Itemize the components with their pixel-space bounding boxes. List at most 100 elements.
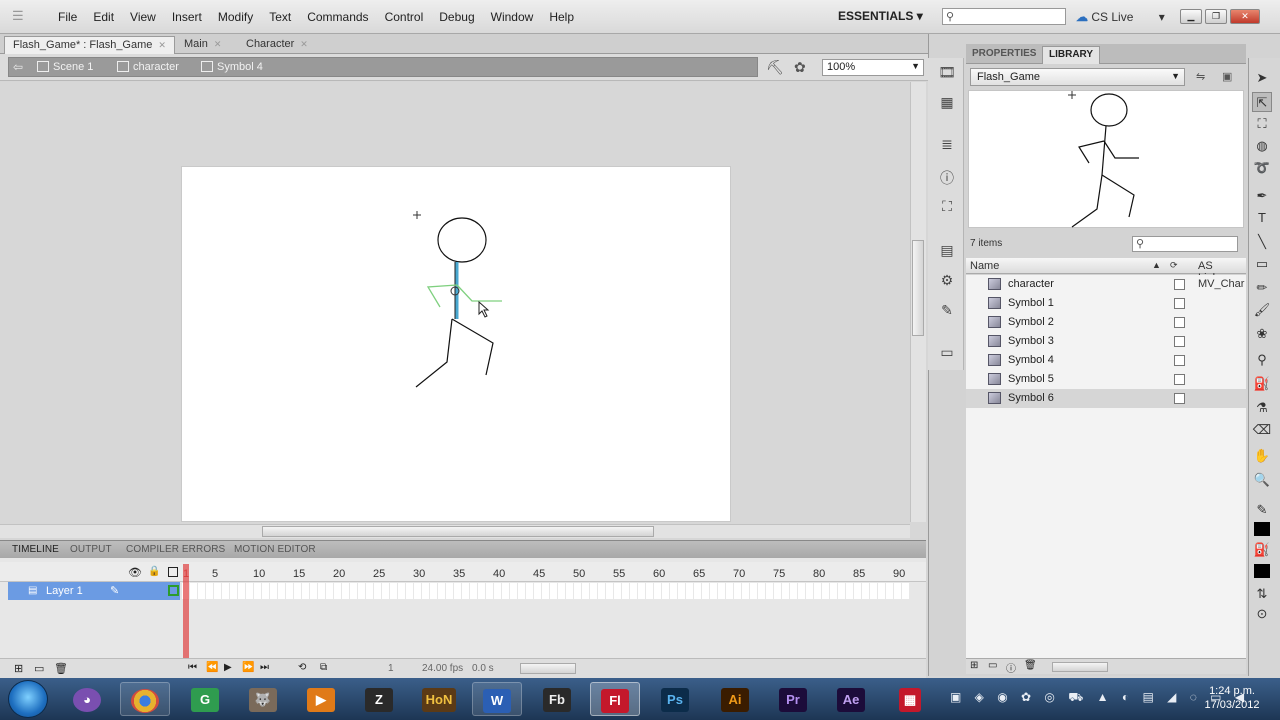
taskbar-greenshot[interactable]: G xyxy=(180,682,230,716)
tab-main[interactable]: Main ✕ xyxy=(176,36,229,54)
stage[interactable] xyxy=(181,166,731,522)
horizontal-scroll-thumb[interactable] xyxy=(262,526,654,537)
layer-name[interactable]: Layer 1 xyxy=(46,585,83,597)
menu-file[interactable]: File xyxy=(50,10,85,24)
properties-icon[interactable]: ⓘ xyxy=(1006,660,1016,675)
breadcrumb-scene[interactable]: Scene 1 xyxy=(37,61,93,73)
snap-to-objects-icon[interactable]: ⊙ xyxy=(1252,604,1272,624)
hand-tool-icon[interactable]: ✋ xyxy=(1252,446,1272,466)
play-icon[interactable]: ▶ xyxy=(224,662,232,673)
new-library-icon[interactable]: ▣ xyxy=(1222,70,1232,83)
free-transform-tool-icon[interactable]: ⛶ xyxy=(1252,114,1272,134)
tab-compiler-errors[interactable]: COMPILER ERRORS xyxy=(126,544,225,555)
linkage-checkbox[interactable] xyxy=(1174,393,1185,404)
step-forward-icon[interactable]: ⏩ xyxy=(242,662,254,673)
list-item[interactable]: Symbol 2 xyxy=(966,313,1246,332)
layer-outline-toggle[interactable] xyxy=(168,585,179,596)
back-arrow-icon[interactable]: ⇦ xyxy=(13,60,23,74)
minimize-button[interactable]: ▁ xyxy=(1180,9,1202,24)
tab-properties[interactable]: PROPERTIES xyxy=(972,48,1036,59)
history-icon[interactable]: ▭ xyxy=(937,344,957,362)
eraser-tool-icon[interactable]: ⌫ xyxy=(1252,420,1272,440)
breadcrumb-symbol[interactable]: Symbol 4 xyxy=(201,61,263,73)
color-icon[interactable]: ▤ xyxy=(937,242,957,260)
taskbar-flash[interactable]: Fl xyxy=(590,682,640,716)
selection-tool-icon[interactable]: ➤ xyxy=(1252,68,1272,88)
help-search-input[interactable]: ⚲ xyxy=(942,8,1066,25)
info-icon[interactable]: ⓘ xyxy=(937,168,957,186)
step-back-icon[interactable]: ⏪ xyxy=(206,662,218,673)
paint-bucket-tool-icon[interactable]: ⛽ xyxy=(1252,374,1272,394)
workspace-switcher[interactable]: ESSENTIALS ▾ xyxy=(838,9,923,23)
library-scroll-thumb[interactable] xyxy=(1052,662,1108,672)
taskbar-media[interactable]: ▦ xyxy=(888,682,932,716)
zoom-tool-icon[interactable]: 🔍 xyxy=(1252,470,1272,490)
list-item[interactable]: Symbol 5 xyxy=(966,370,1246,389)
align-icon[interactable]: ≣ xyxy=(937,136,957,154)
loop-icon[interactable]: ⟲ xyxy=(298,662,306,673)
delete-icon[interactable]: 🗑 xyxy=(1024,660,1037,671)
taskbar-firefox[interactable]: ◕ xyxy=(62,682,112,716)
3d-rotation-tool-icon[interactable]: ◍ xyxy=(1252,136,1272,156)
taskbar-after-effects[interactable]: Ae xyxy=(826,682,876,716)
delete-layer-icon[interactable]: 🗑 xyxy=(54,662,68,675)
first-frame-icon[interactable]: ⏮ xyxy=(188,662,197,673)
close-icon[interactable]: ✕ xyxy=(214,39,222,49)
linkage-checkbox[interactable] xyxy=(1174,298,1185,309)
tab-output[interactable]: OUTPUT xyxy=(70,544,112,555)
line-tool-icon[interactable]: ╲ xyxy=(1252,232,1272,252)
tab-flash-game[interactable]: Flash_Game* : Flash_Game ✕ xyxy=(4,36,175,54)
taskbar-vlc[interactable]: ▶ xyxy=(296,682,346,716)
onion-skin-icon[interactable]: ⧉ xyxy=(320,662,327,673)
code-snippets-icon[interactable]: ▦ xyxy=(937,94,957,112)
system-clock[interactable]: 1:24 p.m. 17/03/2012 xyxy=(1200,684,1264,712)
menu-commands[interactable]: Commands xyxy=(299,10,376,24)
linkage-checkbox[interactable] xyxy=(1174,355,1185,366)
new-layer-icon[interactable]: ⊞ xyxy=(14,662,23,675)
taskbar-photoshop[interactable]: Ps xyxy=(650,682,700,716)
fps-readout[interactable]: 24.00 fps xyxy=(422,663,463,674)
list-item[interactable]: character MV_Char xyxy=(966,275,1246,294)
tab-character[interactable]: Character ✕ xyxy=(238,36,316,54)
transform-icon[interactable]: ⛶ xyxy=(937,198,957,216)
taskbar-chrome[interactable] xyxy=(120,682,170,716)
menu-modify[interactable]: Modify xyxy=(210,10,261,24)
components-icon[interactable]: ⚙ xyxy=(937,272,957,290)
taskbar-word[interactable]: W xyxy=(472,682,522,716)
menu-edit[interactable]: Edit xyxy=(85,10,122,24)
tab-library[interactable]: LIBRARY xyxy=(1042,46,1101,64)
close-button[interactable]: ✕ xyxy=(1230,9,1260,24)
tab-motion-editor[interactable]: MOTION EDITOR xyxy=(234,544,316,555)
menu-view[interactable]: View xyxy=(122,10,164,24)
lock-icon[interactable]: 🔒 xyxy=(148,566,160,577)
brush-tool-icon[interactable]: 🖌 xyxy=(1252,300,1272,320)
sort-icon[interactable]: ▲ xyxy=(1152,260,1161,270)
pen-tool-icon[interactable]: ✒ xyxy=(1252,186,1272,206)
edit-scene-icon[interactable]: ⛏ xyxy=(766,59,784,77)
linkage-checkbox[interactable] xyxy=(1174,317,1185,328)
menu-text[interactable]: Text xyxy=(261,10,299,24)
tab-timeline[interactable]: TIMELINE xyxy=(12,544,59,555)
fill-color-icon[interactable]: ⛽ xyxy=(1252,540,1272,560)
cs-live-button[interactable]: ☁ CS Live ▾ xyxy=(1076,10,1165,24)
close-icon[interactable]: ✕ xyxy=(158,40,166,50)
linkage-checkbox[interactable] xyxy=(1174,336,1185,347)
list-item[interactable]: Symbol 1 xyxy=(966,294,1246,313)
pencil-tool-icon[interactable]: ✏ xyxy=(1252,278,1272,298)
outline-icon[interactable] xyxy=(168,567,178,577)
playhead[interactable] xyxy=(183,564,189,672)
taskbar-illustrator[interactable]: Ai xyxy=(710,682,760,716)
layer-row[interactable]: ▤ Layer 1 ✎ xyxy=(8,582,180,600)
list-item[interactable]: Symbol 3 xyxy=(966,332,1246,351)
timeline-scroll-thumb[interactable] xyxy=(520,663,576,674)
rectangle-tool-icon[interactable]: ▭ xyxy=(1252,254,1272,274)
swap-colors-icon[interactable]: ⇅ xyxy=(1252,584,1272,604)
menu-insert[interactable]: Insert xyxy=(164,10,210,24)
fill-color-swatch[interactable] xyxy=(1254,564,1270,578)
start-button[interactable] xyxy=(8,680,48,718)
last-frame-icon[interactable]: ⏭ xyxy=(260,662,269,673)
library-search-input[interactable]: ⚲ xyxy=(1132,236,1238,252)
taskbar-flash-builder[interactable]: Fb xyxy=(532,682,582,716)
linkage-checkbox[interactable] xyxy=(1174,374,1185,385)
deco-tool-icon[interactable]: ❀ xyxy=(1252,324,1272,344)
